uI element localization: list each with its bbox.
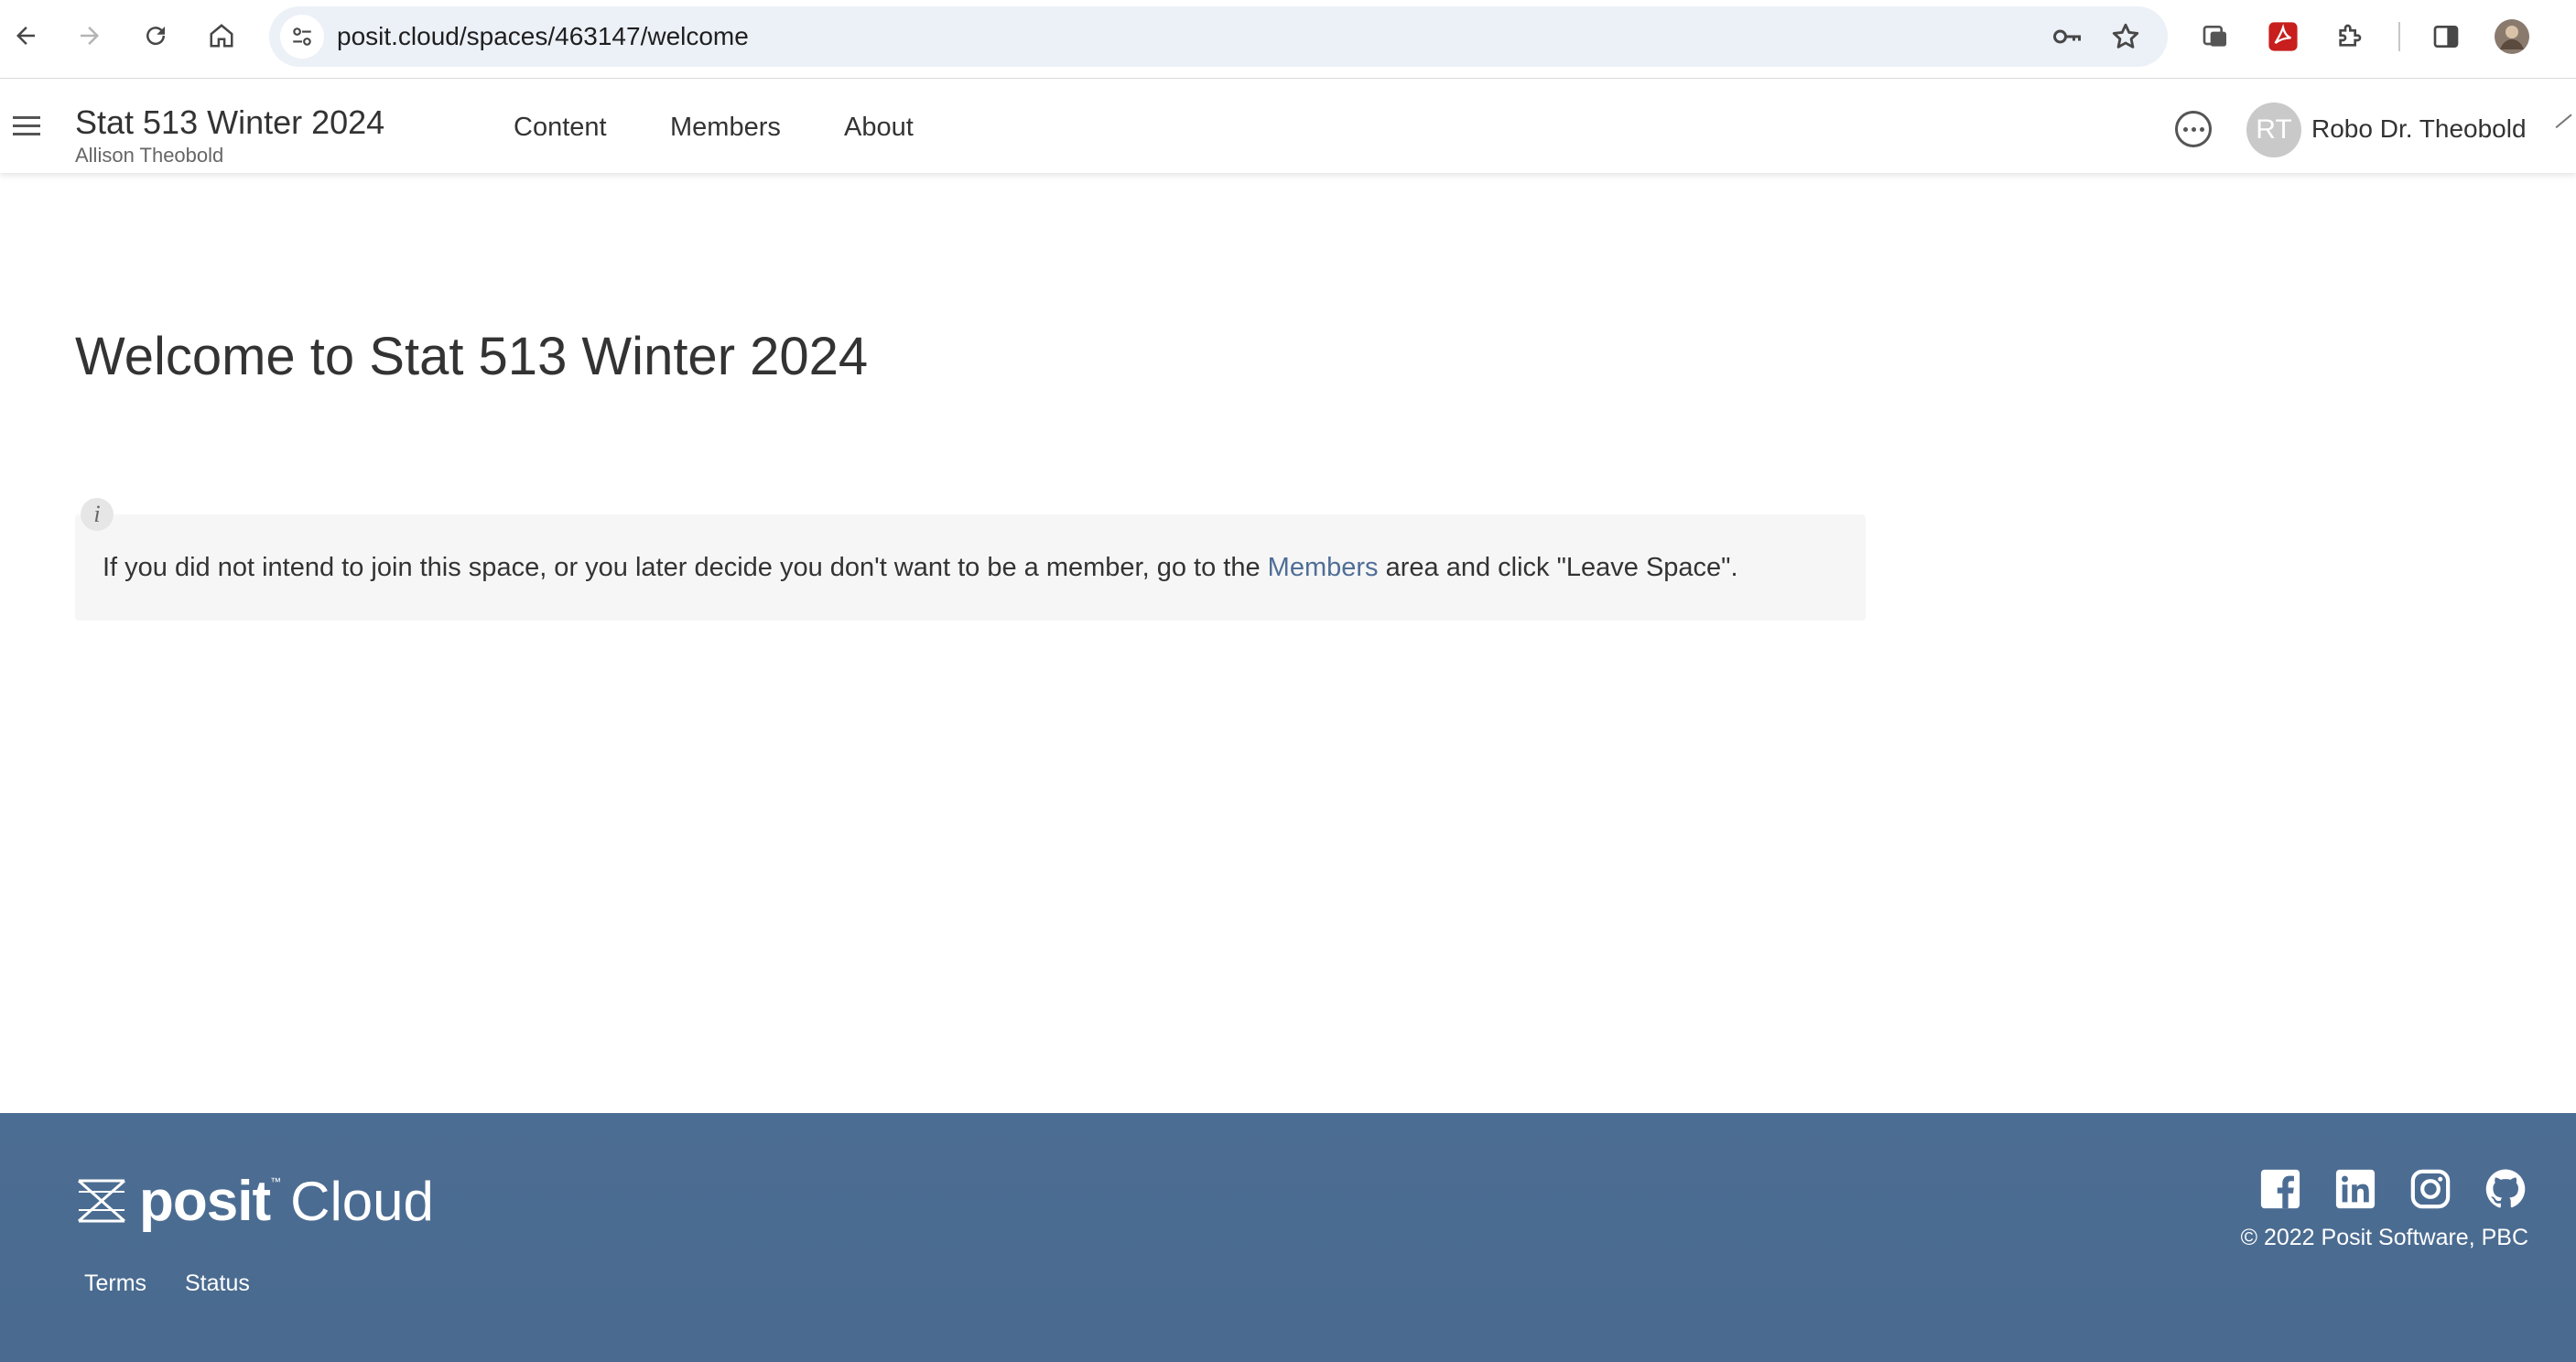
terms-link[interactable]: Terms — [84, 1270, 146, 1297]
tab-content[interactable]: Content — [514, 113, 607, 143]
tab-members[interactable]: Members — [670, 113, 781, 143]
url-text[interactable]: posit.cloud/spaces/463147/welcome — [337, 6, 749, 67]
space-title[interactable]: Stat 513 Winter 2024 — [75, 103, 384, 142]
github-icon[interactable] — [2483, 1166, 2528, 1212]
reload-icon[interactable] — [130, 10, 181, 61]
password-key-icon[interactable] — [2045, 15, 2089, 59]
back-icon[interactable] — [0, 10, 51, 61]
home-icon[interactable] — [196, 10, 247, 61]
user-avatar[interactable]: RT — [2246, 103, 2301, 157]
more-options-icon[interactable] — [2175, 111, 2212, 147]
extensions-puzzle-icon[interactable] — [2327, 15, 2371, 59]
profile-avatar-icon[interactable] — [2490, 15, 2534, 59]
forward-icon[interactable] — [64, 10, 115, 61]
extension-posit-icon[interactable] — [2193, 15, 2237, 59]
side-panel-icon[interactable] — [2424, 15, 2468, 59]
info-text-after: area and click "Leave Space". — [1378, 553, 1738, 582]
copyright-text: © 2022 Posit Software, PBC — [2240, 1225, 2528, 1250]
info-notice-text: If you did not intend to join this space… — [103, 553, 1738, 583]
welcome-title: Welcome to Stat 513 Winter 2024 — [75, 327, 869, 386]
posit-wordmark: posit — [139, 1169, 271, 1233]
posit-logo-icon — [78, 1179, 125, 1223]
footer: posit ™ Cloud Terms Status © 2022 Posit … — [0, 1113, 2576, 1362]
info-text-before: If you did not intend to join this space… — [103, 553, 1268, 582]
address-bar[interactable]: posit.cloud/spaces/463147/welcome — [269, 6, 2168, 67]
toolbar-separator — [2398, 22, 2400, 51]
cloud-wordmark: Cloud — [290, 1170, 434, 1232]
tab-about[interactable]: About — [844, 113, 914, 143]
linkedin-icon[interactable] — [2332, 1166, 2378, 1212]
status-link[interactable]: Status — [185, 1270, 250, 1297]
bookmark-star-icon[interactable] — [2104, 15, 2148, 59]
info-icon: i — [81, 498, 114, 531]
hamburger-menu-icon[interactable] — [13, 107, 46, 144]
facebook-icon[interactable] — [2257, 1166, 2303, 1212]
user-menu-caret-icon[interactable] — [2555, 114, 2576, 143]
trademark-mark: ™ — [270, 1175, 282, 1188]
acrobat-pdf-icon[interactable] — [2261, 15, 2305, 59]
posit-cloud-logo[interactable]: posit ™ Cloud — [75, 1170, 434, 1233]
user-name[interactable]: Robo Dr. Theobold — [2311, 114, 2527, 144]
site-info-icon[interactable] — [280, 15, 324, 59]
members-link[interactable]: Members — [1268, 553, 1379, 582]
instagram-icon[interactable] — [2408, 1166, 2453, 1212]
browser-toolbar: posit.cloud/spaces/463147/welcome — [0, 0, 2576, 79]
space-owner: Allison Theobold — [75, 144, 224, 167]
space-header: Stat 513 Winter 2024 Allison Theobold Co… — [0, 80, 2576, 173]
